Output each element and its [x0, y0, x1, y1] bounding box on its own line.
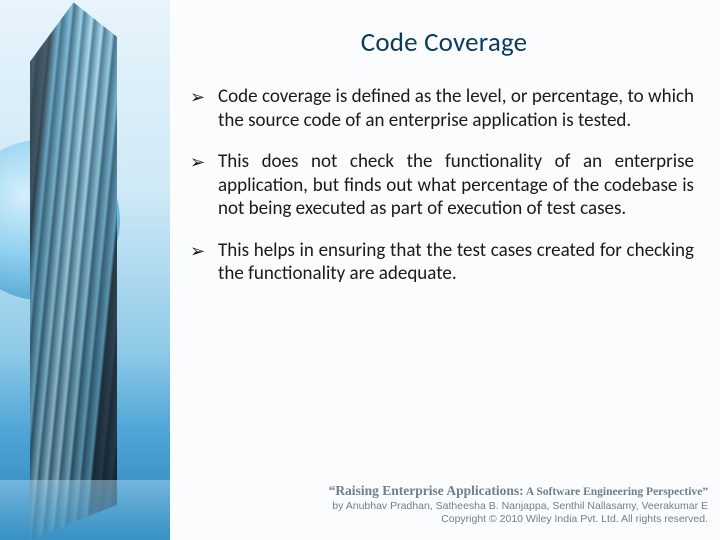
- bullet-item: Code coverage is defined as the level, o…: [188, 85, 694, 132]
- content-area: Code Coverage Code coverage is defined a…: [170, 0, 720, 540]
- skyscraper-graphic: [30, 0, 117, 540]
- bottom-gradient: [0, 480, 170, 540]
- footer: “Raising Enterprise Applications: A Soft…: [329, 483, 708, 526]
- copyright-line: Copyright © 2010 Wiley India Pvt. Ltd. A…: [329, 513, 708, 526]
- book-title-main: “Raising Enterprise Applications:: [329, 483, 524, 498]
- slide-title: Code Coverage: [188, 26, 700, 59]
- bullet-item: This helps in ensuring that the test cas…: [188, 239, 694, 286]
- bullet-list: Code coverage is defined as the level, o…: [188, 85, 700, 286]
- decorative-sidebar-image: [0, 0, 170, 540]
- bullet-item: This does not check the functionality of…: [188, 150, 694, 221]
- authors-line: by Anubhav Pradhan, Satheesha B. Nanjapp…: [329, 500, 708, 513]
- book-title-sub: A Software Engineering Perspective”: [524, 486, 708, 498]
- book-title: “Raising Enterprise Applications: A Soft…: [329, 483, 708, 500]
- slide: Code Coverage Code coverage is defined a…: [0, 0, 720, 540]
